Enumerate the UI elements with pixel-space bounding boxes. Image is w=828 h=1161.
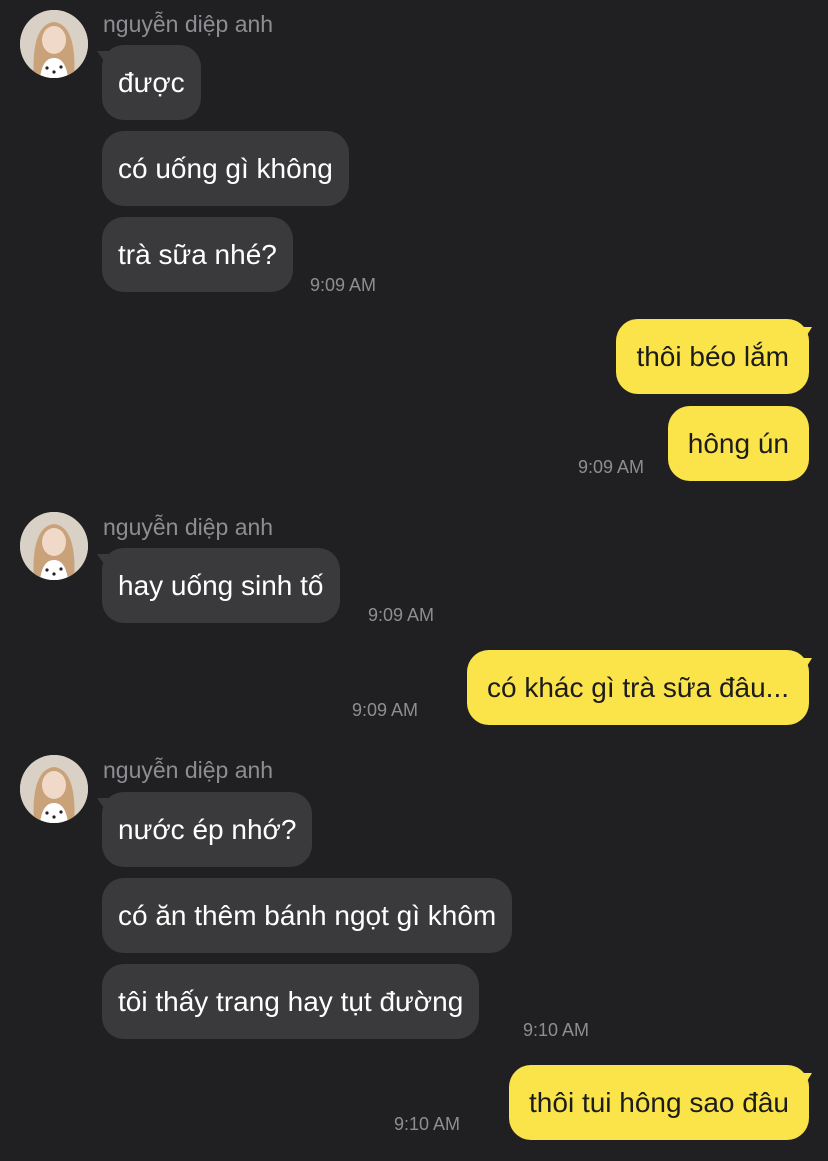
message-bubble[interactable]: có uống gì không (102, 131, 349, 206)
sender-name: nguyễn diệp anh (103, 11, 274, 37)
message-bubble[interactable]: thôi béo lắm (616, 319, 809, 394)
message-timestamp: 9:09 AM (368, 605, 435, 625)
message-bubble[interactable]: có khác gì trà sữa đâu... (466, 650, 809, 725)
message-bubble[interactable]: hay uống sinh tố (102, 548, 340, 623)
message-timestamp: 9:09 AM (577, 457, 644, 477)
chat-thread[interactable]: nguyễn diệp anh được có uống gì không tr… (0, 0, 828, 1161)
contact-avatar[interactable] (20, 512, 88, 580)
contact-avatar[interactable] (20, 10, 88, 78)
message-bubble[interactable]: thôi tui hông sao đâu (509, 1065, 809, 1140)
message-timestamp: 9:10 AM (394, 1114, 461, 1134)
message-bubble[interactable]: có ăn thêm bánh ngọt gì khôm (102, 878, 513, 953)
message-bubble[interactable]: được (102, 45, 201, 120)
message-timestamp: 9:10 AM (523, 1020, 590, 1040)
message-timestamp: 9:09 AM (310, 275, 377, 295)
message-timestamp: 9:09 AM (352, 700, 419, 720)
contact-avatar[interactable] (20, 755, 88, 823)
message-bubble[interactable]: hông ún (667, 406, 809, 481)
sender-name: nguyễn diệp anh (103, 757, 274, 783)
message-bubble[interactable]: trà sữa nhé? (102, 217, 293, 292)
sender-name: nguyễn diệp anh (103, 514, 274, 540)
message-bubble[interactable]: nước ép nhớ? (102, 792, 313, 867)
message-bubble[interactable]: tôi thấy trang hay tụt đường (102, 964, 480, 1039)
